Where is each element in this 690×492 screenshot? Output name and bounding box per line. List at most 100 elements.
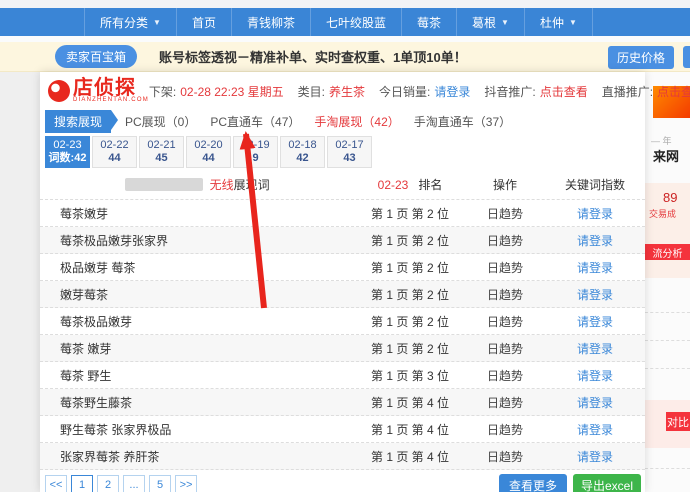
nav-item-all-categories[interactable]: 所有分类 ▼	[84, 8, 176, 36]
daily-trend-link[interactable]: 日趋势	[487, 450, 523, 464]
nav-item-home[interactable]: 首页	[176, 8, 231, 36]
notice-text: 账号标签透视－精准补单、实时查权重、1单顶10单！	[159, 47, 467, 66]
chevron-down-icon: ▼	[153, 18, 161, 27]
pagination-page-5[interactable]: 5	[149, 475, 171, 492]
date-tab-02-22[interactable]: 02-22 44	[92, 136, 137, 168]
pagination-next-button[interactable]: >>	[175, 475, 197, 492]
view-more-button[interactable]: 查看更多	[499, 474, 567, 492]
top-strip	[0, 0, 690, 8]
daily-trend-link[interactable]: 日趋势	[487, 288, 523, 302]
pagination-page-1[interactable]: 1	[71, 475, 93, 492]
keyword-cell: 张家界莓茶 养肝茶	[40, 448, 355, 465]
table-row: 莓茶极品嫩芽张家界 第 1 页 第 2 位 日趋势 请登录	[40, 227, 645, 254]
background-divider	[645, 368, 690, 369]
nav-item-label: 青钱柳茶	[247, 14, 295, 31]
tab-mobile-zhitongche[interactable]: 手淘直通车（37）	[414, 113, 511, 130]
background-page-column: — 年 来网 89 交易成 流分析 对比	[645, 72, 690, 492]
rank-cell: 第 1 页 第 2 位	[355, 286, 465, 303]
compare-badge[interactable]: 对比	[666, 412, 690, 431]
login-required-link[interactable]: 请登录	[577, 342, 613, 356]
nav-spacer	[0, 8, 84, 36]
daily-trend-link[interactable]: 日趋势	[487, 234, 523, 248]
login-required-link[interactable]: 请登录	[577, 207, 613, 221]
column-rank-label: 排名	[418, 178, 442, 192]
date-tab-02-19[interactable]: 02-19 9	[233, 136, 278, 168]
history-price-button[interactable]: 历史价格	[608, 46, 674, 69]
login-required-link[interactable]: 请登录	[577, 396, 613, 410]
listing-info: 下架: 02-28 22:23 星期五 类目: 养生茶 今日销量: 请登录 抖音…	[149, 83, 690, 100]
logo-domain: DIANZHENTAN.COM	[73, 97, 149, 103]
tab-pc-zhitongche[interactable]: PC直通车（47）	[210, 113, 300, 130]
logo: 店侦探 DIANZHENTAN.COM	[48, 79, 149, 103]
date-tab-02-18[interactable]: 02-18 42	[280, 136, 325, 168]
date-tab-02-17[interactable]: 02-17 43	[327, 136, 372, 168]
date-tab-02-23[interactable]: 02-23 词数:42	[45, 136, 90, 168]
login-required-link[interactable]: 请登录	[577, 423, 613, 437]
login-required-link[interactable]: 请登录	[577, 315, 613, 329]
background-highlight-block: 89 交易成 流分析	[645, 183, 690, 278]
offshelf-value: 02-28 22:23 星期五	[180, 83, 283, 100]
douyin-promo-link[interactable]: 点击查看	[540, 83, 588, 100]
pagination-page-2[interactable]: 2	[97, 475, 119, 492]
table-row: 野生莓茶 张家界极品 第 1 页 第 4 位 日趋势 请登录	[40, 416, 645, 443]
background-number: 89	[663, 190, 677, 205]
date-tab-02-21[interactable]: 02-21 45	[139, 136, 184, 168]
background-divider	[645, 312, 690, 313]
category-value: 养生茶	[329, 83, 365, 100]
daily-trend-link[interactable]: 日趋势	[487, 315, 523, 329]
table-row: 莓茶 野生 第 1 页 第 3 位 日趋势 请登录	[40, 362, 645, 389]
nav-item-gegen[interactable]: 葛根 ▼	[456, 8, 524, 36]
table-row: 莓茶极品嫩芽 第 1 页 第 2 位 日趋势 请登录	[40, 308, 645, 335]
login-required-link[interactable]: 请登录	[577, 369, 613, 383]
keyword-cell: 莓茶极品嫩芽	[40, 313, 355, 330]
date-tab-02-20[interactable]: 02-20 44	[186, 136, 231, 168]
daily-trend-link[interactable]: 日趋势	[487, 342, 523, 356]
date-tab-count: 45	[155, 152, 167, 165]
table-row: 莓茶嫩芽 第 1 页 第 2 位 日趋势 请登录	[40, 200, 645, 227]
date-tab-date: 02-23	[53, 139, 81, 152]
flow-analysis-badge[interactable]: 流分析	[645, 244, 690, 260]
daily-trend-link[interactable]: 日趋势	[487, 261, 523, 275]
rank-cell: 第 1 页 第 4 位	[355, 394, 465, 411]
daily-trend-link[interactable]: 日趋势	[487, 396, 523, 410]
nav-item-meicha[interactable]: 莓茶	[401, 8, 456, 36]
date-tab-count: 44	[202, 152, 214, 165]
pagination-ellipsis[interactable]: ...	[123, 475, 145, 492]
column-keyword-label: 展现词	[234, 178, 270, 192]
login-required-link[interactable]: 请登录	[577, 234, 613, 248]
column-keyword-label-red: 无线	[210, 178, 234, 192]
seller-toolbox-button[interactable]: 卖家百宝箱	[55, 45, 137, 68]
panel-header: 店侦探 DIANZHENTAN.COM 下架: 02-28 22:23 星期五 …	[40, 72, 645, 110]
nav-item-qingqianliu-tea[interactable]: 青钱柳茶	[231, 8, 310, 36]
dianzhentan-logo-icon	[48, 80, 70, 102]
date-tab-date: 02-18	[288, 139, 316, 152]
live-promo-link[interactable]: 点击查看	[657, 83, 690, 100]
partial-button[interactable]	[683, 46, 690, 68]
daily-trend-link[interactable]: 日趋势	[487, 369, 523, 383]
export-excel-button[interactable]: 导出excel	[573, 474, 641, 492]
tab-mobile-display[interactable]: 手淘展现（42）	[314, 113, 399, 130]
login-required-link[interactable]: 请登录	[577, 288, 613, 302]
chevron-down-icon: ▼	[501, 18, 509, 27]
douyin-promo-label: 抖音推广:	[484, 83, 535, 100]
tab-pc-display[interactable]: PC展现（0）	[125, 113, 196, 130]
keyword-cell: 极品嫩芽 莓茶	[40, 259, 355, 276]
pagination-prev-button[interactable]: <<	[45, 475, 67, 492]
keyword-cell: 莓茶嫩芽	[40, 205, 355, 222]
column-index-header: 关键词指数	[545, 176, 645, 193]
login-link[interactable]: 请登录	[434, 83, 470, 100]
column-keyword-header: 无线展现词	[40, 176, 355, 193]
nav-item-qiyejiaogulan[interactable]: 七叶绞股蓝	[310, 8, 401, 36]
redacted-shop-name	[125, 178, 203, 191]
daily-trend-link[interactable]: 日趋势	[487, 207, 523, 221]
live-promo-label: 直播推广:	[602, 83, 653, 100]
login-required-link[interactable]: 请登录	[577, 450, 613, 464]
daily-trend-link[interactable]: 日趋势	[487, 423, 523, 437]
nav-item-label: 杜仲	[540, 14, 564, 31]
background-divider	[645, 340, 690, 341]
tab-search-display[interactable]: 搜索展现	[45, 110, 111, 133]
keyword-cell: 野生莓茶 张家界极品	[40, 421, 355, 438]
login-required-link[interactable]: 请登录	[577, 261, 613, 275]
nav-item-duzhong[interactable]: 杜仲 ▼	[524, 8, 593, 36]
rank-cell: 第 1 页 第 2 位	[355, 232, 465, 249]
